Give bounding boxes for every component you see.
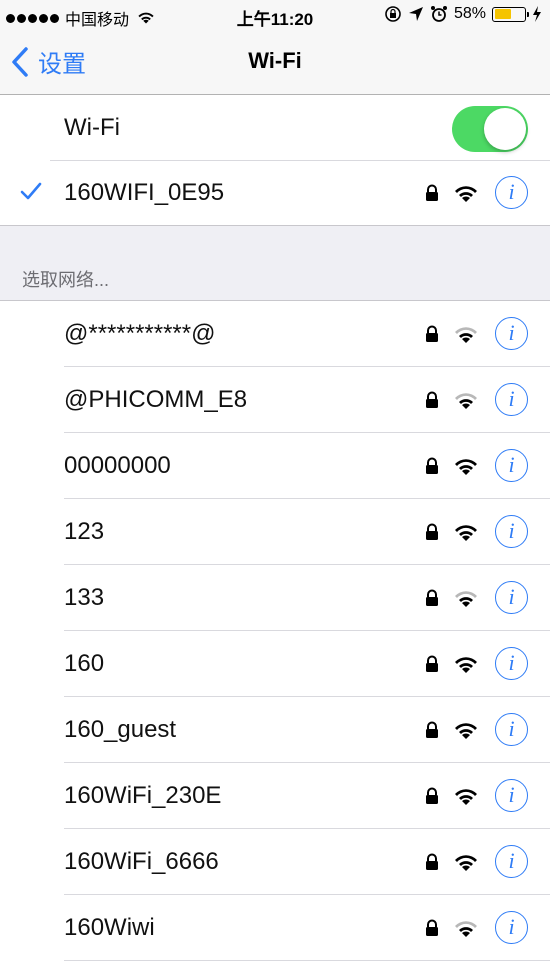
- lock-icon: [426, 391, 438, 408]
- wifi-signal-icon: [455, 327, 477, 343]
- wifi-signal-icon: [455, 591, 477, 607]
- network-name: 160: [64, 650, 105, 677]
- network-row[interactable]: 00000000 i: [0, 433, 550, 499]
- info-icon[interactable]: i: [495, 449, 528, 482]
- wifi-signal-icon: [455, 723, 477, 739]
- info-icon[interactable]: i: [495, 317, 528, 350]
- connected-network-name: 160WIFI_0E95: [64, 179, 225, 206]
- network-name: 160Wiwi: [64, 914, 155, 941]
- wifi-signal-icon: [455, 789, 477, 805]
- wifi-signal-icon: [455, 657, 477, 673]
- lock-icon: [426, 523, 438, 540]
- network-name: 123: [64, 518, 105, 545]
- network-row[interactable]: 160Wiwi i: [0, 895, 550, 961]
- wifi-settings-group: Wi-Fi 160WIFI_0E95 i: [0, 95, 550, 226]
- info-icon[interactable]: i: [495, 581, 528, 614]
- info-icon[interactable]: i: [495, 515, 528, 548]
- info-icon[interactable]: i: [495, 911, 528, 944]
- network-row[interactable]: 133 i: [0, 565, 550, 631]
- network-list: @***********@ i @PHICOMM_E8 i 00000000 i 123 i 1…: [0, 300, 550, 979]
- alarm-icon: [430, 6, 447, 22]
- network-row[interactable]: @PHICOMM_E8 i: [0, 367, 550, 433]
- network-name: 133: [64, 584, 105, 611]
- network-name: 160WiFi_230E: [64, 782, 222, 809]
- network-row[interactable]: 160 i: [0, 631, 550, 697]
- network-row[interactable]: 123 i: [0, 499, 550, 565]
- info-icon[interactable]: i: [495, 176, 528, 209]
- wifi-toggle-row: Wi-Fi: [0, 95, 550, 161]
- battery-icon: [492, 6, 529, 22]
- wifi-signal-icon: [455, 525, 477, 541]
- lock-icon: [426, 721, 438, 738]
- lock-icon: [426, 457, 438, 474]
- lock-icon: [426, 589, 438, 606]
- network-name: 160_guest: [64, 716, 177, 743]
- lock-icon: [426, 325, 438, 342]
- network-row[interactable]: @***********@ i: [0, 301, 550, 367]
- info-icon[interactable]: i: [495, 779, 528, 812]
- network-name: @***********@: [64, 320, 216, 347]
- info-icon[interactable]: i: [495, 383, 528, 416]
- page-title: Wi-Fi: [248, 48, 302, 73]
- network-name: @PHICOMM_E8: [64, 386, 248, 413]
- lock-icon: [426, 184, 438, 201]
- navigation-bar: 设置 Wi-Fi: [0, 30, 550, 95]
- lock-icon: [426, 655, 438, 672]
- network-name: 160WiFi_6666: [64, 848, 219, 875]
- wifi-signal-icon: [455, 186, 477, 202]
- toggle-knob: [484, 108, 526, 150]
- wifi-signal-icon: [455, 921, 477, 937]
- wifi-signal-icon: [455, 393, 477, 409]
- wifi-toggle-switch[interactable]: [452, 106, 528, 152]
- info-icon[interactable]: i: [495, 647, 528, 680]
- lock-icon: [426, 919, 438, 936]
- checkmark-icon: [20, 182, 42, 200]
- wifi-signal-icon: [455, 459, 477, 475]
- info-icon[interactable]: i: [495, 845, 528, 878]
- location-icon: [408, 7, 423, 21]
- network-row[interactable]: 160_guest i: [0, 697, 550, 763]
- rotation-lock-icon: [385, 6, 401, 22]
- info-icon[interactable]: i: [495, 713, 528, 746]
- network-row[interactable]: 160WiFi_230E i: [0, 763, 550, 829]
- status-bar: 中国移动 上午11:20 58%: [0, 0, 550, 30]
- wifi-toggle-label: Wi-Fi: [64, 114, 120, 141]
- charging-icon: [533, 6, 541, 22]
- connected-network-row[interactable]: 160WIFI_0E95 i: [0, 160, 550, 226]
- battery-percent: 58%: [453, 5, 486, 22]
- lock-icon: [426, 787, 438, 804]
- section-header: 选取网络...: [22, 270, 110, 290]
- network-name: 00000000: [64, 452, 171, 479]
- network-row[interactable]: 160WiFi_6666 i: [0, 829, 550, 895]
- wifi-signal-icon: [455, 855, 477, 871]
- lock-icon: [426, 853, 438, 870]
